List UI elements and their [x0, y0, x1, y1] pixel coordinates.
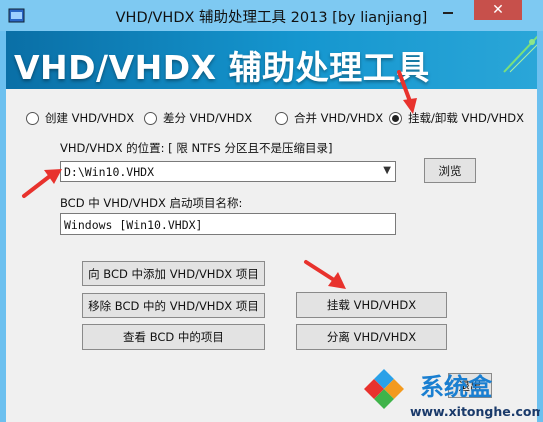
- radio-create[interactable]: 创建 VHD/VHDX: [26, 110, 134, 126]
- radio-create-dot[interactable]: [26, 111, 39, 125]
- chevron-down-icon[interactable]: ▼: [383, 165, 391, 176]
- annotation-arrow-icon: [22, 169, 62, 198]
- banner-title: VHD/VHDX 辅助处理工具: [14, 48, 430, 87]
- watermark-url: www.xitonghe.com: [410, 404, 540, 419]
- banner-decoration-icon: [503, 35, 537, 73]
- app-window: VHD/VHDX 辅助处理工具 2013 [by lianjiang] ✕ VH…: [0, 0, 543, 422]
- watermark-logo-icon: 系统盒 www.xitonghe.com: [364, 369, 540, 419]
- watermark-brand: 系统盒: [420, 373, 493, 401]
- radio-merge[interactable]: 合并 VHD/VHDX: [275, 110, 383, 126]
- close-button[interactable]: ✕: [474, 0, 522, 20]
- bcd-name-input[interactable]: Windows [Win10.VHDX]: [60, 213, 396, 235]
- location-select[interactable]: D:\Win10.VHDX ▼: [60, 161, 396, 182]
- radio-diff-dot[interactable]: [144, 111, 157, 125]
- title-bar: VHD/VHDX 辅助处理工具 2013 [by lianjiang] ✕: [0, 0, 543, 31]
- add-to-bcd-button[interactable]: 向 BCD 中添加 VHD/VHDX 项目: [82, 261, 265, 286]
- radio-diff-label: 差分 VHD/VHDX: [163, 111, 253, 125]
- radio-mount-label: 挂载/卸载 VHD/VHDX: [408, 111, 525, 125]
- bcd-name-value: Windows [Win10.VHDX]: [64, 218, 203, 232]
- annotation-arrow-icon: [304, 260, 346, 289]
- mount-button[interactable]: 挂载 VHD/VHDX: [296, 292, 447, 318]
- detach-button[interactable]: 分离 VHD/VHDX: [296, 324, 447, 350]
- location-value: D:\Win10.VHDX: [64, 165, 155, 179]
- location-label: VHD/VHDX 的位置: [ 限 NTFS 分区且不是压缩目录]: [60, 141, 333, 155]
- radio-create-label: 创建 VHD/VHDX: [45, 111, 135, 125]
- browse-button[interactable]: 浏览: [424, 158, 476, 183]
- remove-from-bcd-button[interactable]: 移除 BCD 中的 VHD/VHDX 项目: [82, 293, 265, 318]
- view-bcd-button[interactable]: 查看 BCD 中的项目: [82, 324, 265, 350]
- banner: VHD/VHDX 辅助处理工具: [6, 31, 537, 89]
- radio-diff[interactable]: 差分 VHD/VHDX: [144, 110, 252, 126]
- bcd-name-label: BCD 中 VHD/VHDX 启动项目名称:: [60, 196, 243, 210]
- minimize-button[interactable]: [434, 0, 462, 20]
- radio-merge-dot[interactable]: [275, 111, 288, 125]
- radio-merge-label: 合并 VHD/VHDX: [294, 111, 384, 125]
- annotation-arrow-icon: [397, 70, 417, 114]
